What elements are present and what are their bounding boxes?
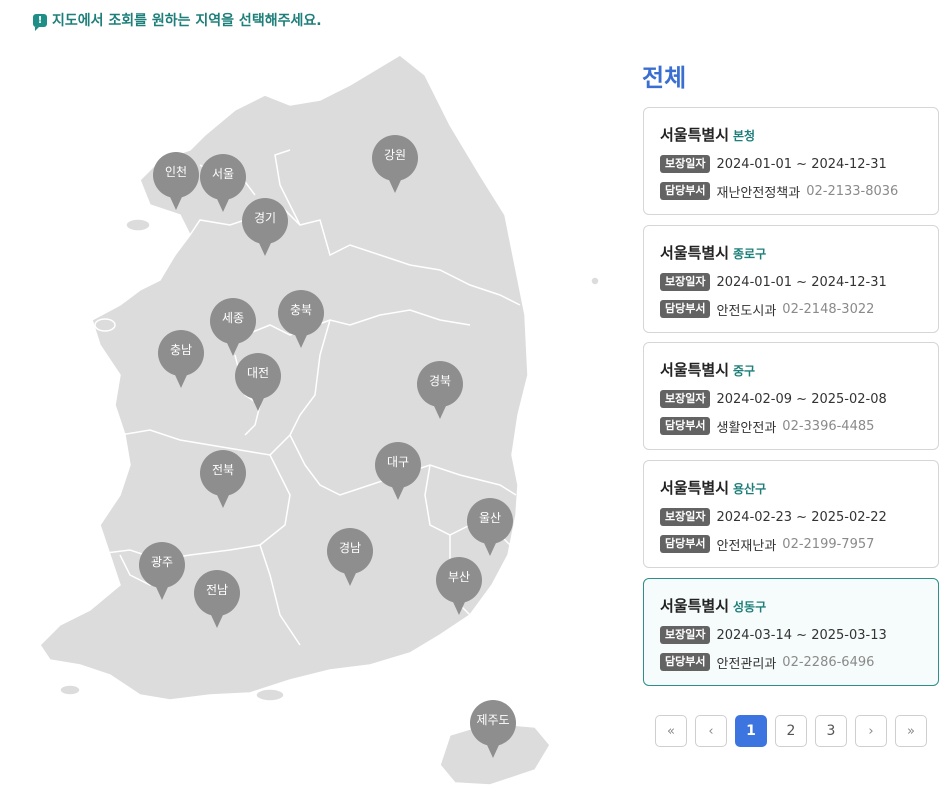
card-dept: 안전재난과 [716,538,777,554]
result-card[interactable]: 서울특별시 중구 보장일자 2024-02-09 ~ 2025-02-08 담당부서… [643,342,939,450]
pin-seoul[interactable]: 서울 [200,154,246,212]
alert-bubble-icon: ! [33,13,47,31]
page-2-button[interactable]: 2 [775,715,807,747]
card-period: 2024-02-09 ~ 2025-02-08 [716,391,887,407]
page-1-button[interactable]: 1 [735,715,767,747]
dept-tag: 담당부서 [660,417,711,435]
card-dept: 안전도시과 [716,303,777,319]
card-phone: 02-2286-6496 [782,654,875,670]
pin-ulsan[interactable]: 울산 [467,498,513,556]
result-card[interactable]: 서울특별시 종로구 보장일자 2024-01-01 ~ 2024-12-31 담당부… [643,225,939,333]
date-tag: 보장일자 [660,508,711,526]
dept-tag: 담당부서 [660,535,711,553]
card-city: 서울특별시 [660,126,730,144]
card-period: 2024-01-01 ~ 2024-12-31 [716,156,887,172]
card-district: 중구 [733,364,756,378]
result-card[interactable]: 서울특별시 본청 보장일자 2024-01-01 ~ 2024-12-31 담당부서… [643,107,939,215]
card-phone: 02-2199-7957 [782,536,875,552]
card-phone: 02-2148-3022 [782,301,875,317]
pin-daegu[interactable]: 대구 [375,442,421,500]
notice-text: 지도에서 조회를 원하는 지역을 선택해주세요. [52,13,322,29]
page-3-button[interactable]: 3 [815,715,847,747]
card-phone: 02-2133-8036 [806,183,899,199]
card-district: 성동구 [733,600,767,614]
result-card-selected[interactable]: 서울특별시 성동구 보장일자 2024-03-14 ~ 2025-03-13 담당부… [643,578,939,686]
pin-gangwon[interactable]: 강원 [372,135,418,193]
date-tag: 보장일자 [660,155,711,173]
pin-gyeonggi[interactable]: 경기 [242,198,288,256]
last-page-button[interactable]: » [895,715,927,747]
card-city: 서울특별시 [660,597,730,615]
sidebar-title: 전체 [642,64,687,92]
pin-gyeongnam[interactable]: 경남 [327,528,373,586]
pin-gwangju[interactable]: 광주 [139,542,185,600]
pin-jeonbuk[interactable]: 전북 [200,450,246,508]
date-tag: 보장일자 [660,626,711,644]
pin-sejong[interactable]: 세종 [210,298,256,356]
card-district: 종로구 [733,247,767,261]
date-tag: 보장일자 [660,273,711,291]
pin-gyeongbuk[interactable]: 경북 [417,361,463,419]
card-period: 2024-03-14 ~ 2025-03-13 [716,627,887,643]
card-period: 2024-01-01 ~ 2024-12-31 [716,274,887,290]
first-page-button[interactable]: « [655,715,687,747]
dept-tag: 담당부서 [660,300,711,318]
next-page-button[interactable]: › [855,715,887,747]
pin-incheon[interactable]: 인천 [153,152,199,210]
notice-bar: ! 지도에서 조회를 원하는 지역을 선택해주세요. [33,10,322,31]
pin-jeju[interactable]: 제주도 [470,700,516,758]
date-tag: 보장일자 [660,390,711,408]
card-dept: 생활안전과 [716,420,777,436]
dept-tag: 담당부서 [660,182,711,200]
card-district: 용산구 [733,482,767,496]
korea-map: 인천 서울 경기 강원 세종 충북 충남 대전 경북 대구 전북 울산 경남 광… [30,55,610,795]
card-city: 서울특별시 [660,244,730,262]
pagination: « ‹ 1 2 3 › » [655,715,927,747]
card-city: 서울특별시 [660,361,730,379]
dept-tag: 담당부서 [660,653,711,671]
card-district: 본청 [733,129,756,143]
result-card[interactable]: 서울특별시 용산구 보장일자 2024-02-23 ~ 2025-02-22 담당부… [643,460,939,568]
card-phone: 02-3396-4485 [782,418,875,434]
card-dept: 재난안전정책과 [716,185,801,201]
map-shape [39,55,600,786]
card-period: 2024-02-23 ~ 2025-02-22 [716,509,887,525]
pin-busan[interactable]: 부산 [436,557,482,615]
pin-chungbuk[interactable]: 충북 [278,290,324,348]
pin-chungnam[interactable]: 충남 [158,330,204,388]
pin-daejeon[interactable]: 대전 [235,353,281,411]
prev-page-button[interactable]: ‹ [695,715,727,747]
pin-jeonnam[interactable]: 전남 [194,570,240,628]
card-city: 서울특별시 [660,479,730,497]
card-dept: 안전관리과 [716,656,777,672]
